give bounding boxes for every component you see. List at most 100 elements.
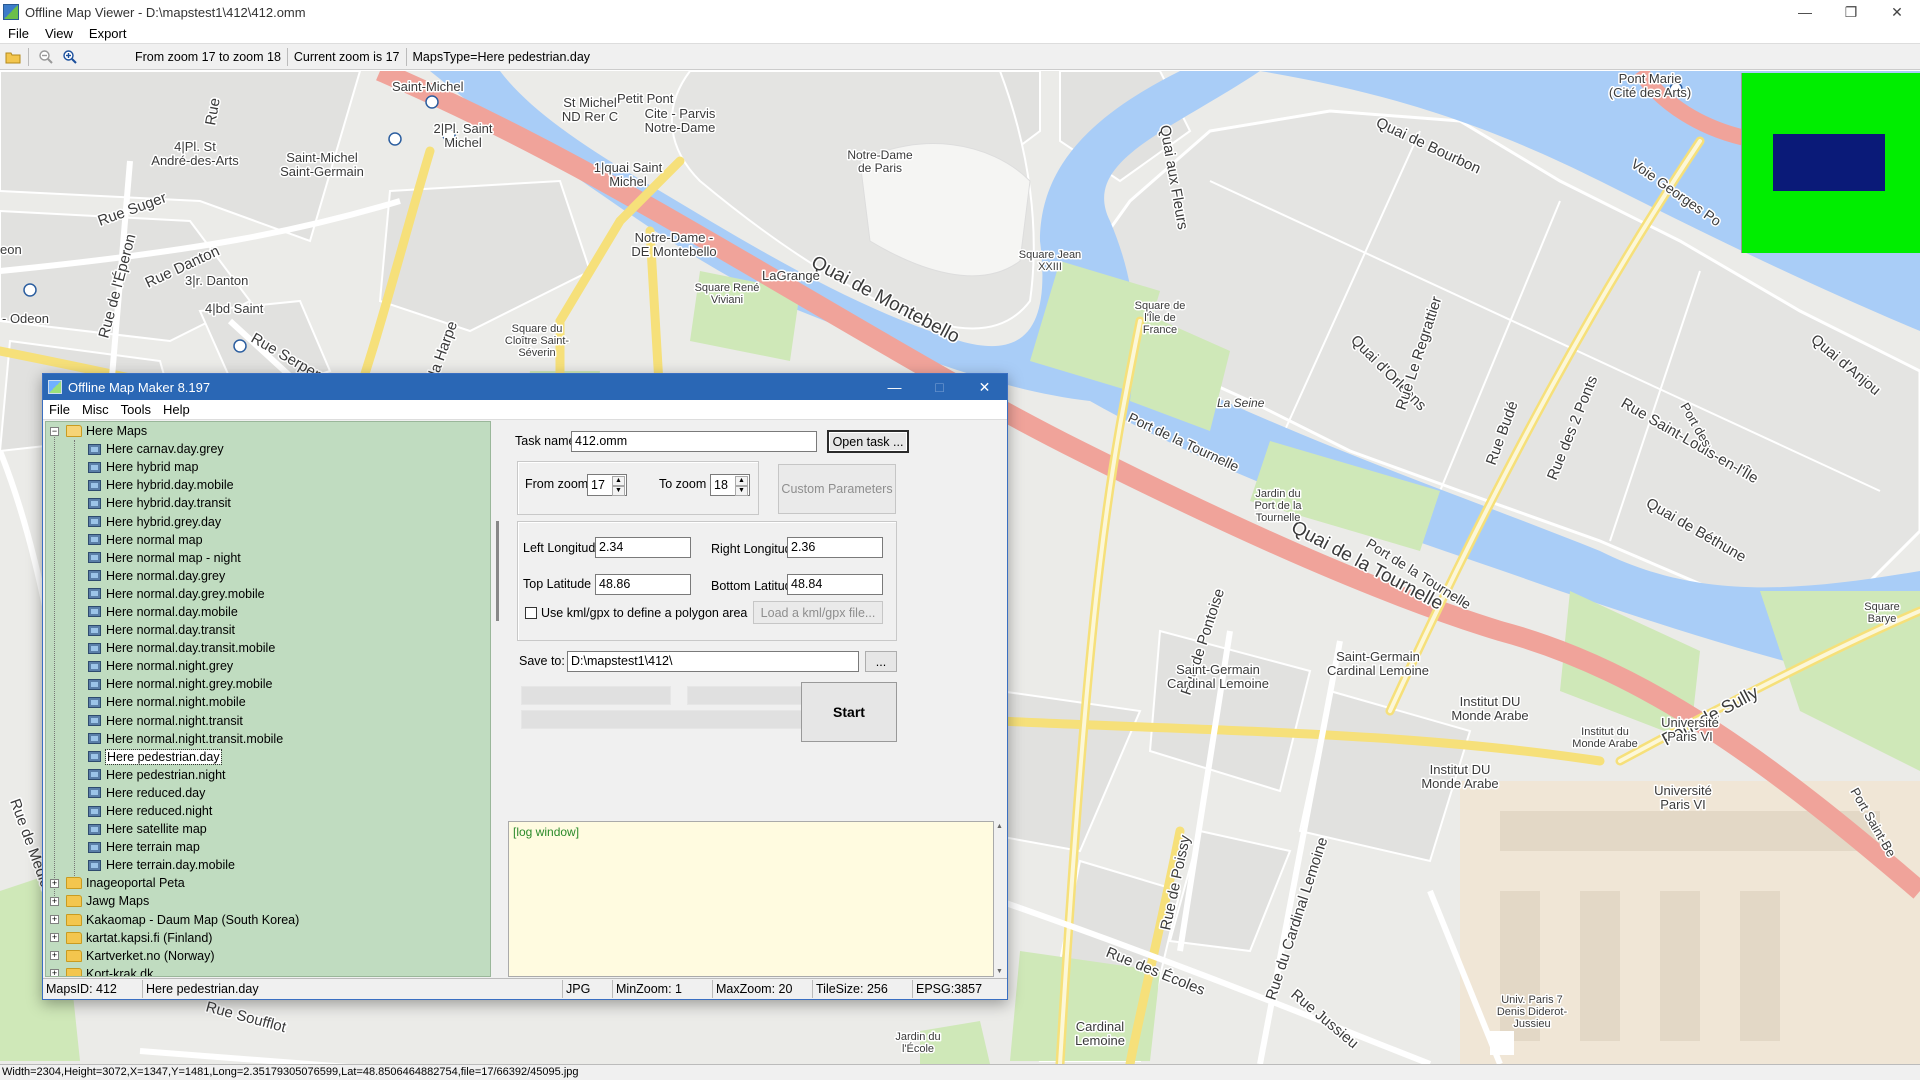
tree-node-label: Here normal.day.grey (106, 568, 226, 583)
tree-node-map-source[interactable]: Here carnav.day.grey (46, 440, 490, 458)
tree-node-map-source[interactable]: Here hybrid map (46, 458, 490, 476)
map-tile-icon (88, 841, 101, 853)
map-tile-icon (88, 823, 101, 835)
bottom-latitude-input[interactable]: 48.84 (787, 574, 883, 595)
tree-node-label: Here normal.day.transit.mobile (106, 641, 276, 656)
log-window[interactable]: [log window] (508, 821, 994, 977)
expand-icon[interactable]: + (50, 951, 59, 961)
tree-node-here-maps[interactable]: − Here Maps (46, 422, 490, 440)
collapse-icon[interactable]: − (50, 426, 59, 436)
tree-node-map-source[interactable]: Here pedestrian.day (46, 748, 490, 766)
expand-icon[interactable]: + (50, 896, 59, 906)
tree-node-map-source[interactable]: Here normal.day.mobile (46, 603, 490, 621)
tree-node-provider[interactable]: + Kakaomap - Daum Map (South Korea) (46, 911, 490, 929)
minimap-viewport[interactable] (1773, 134, 1885, 191)
dialog-app-icon (48, 380, 62, 394)
map-tile-icon (88, 479, 101, 491)
tree-node-map-source[interactable]: Here satellite map (46, 820, 490, 838)
expand-icon[interactable]: + (50, 969, 59, 976)
task-name-input[interactable]: 412.omm (571, 431, 817, 452)
map-tile-icon (88, 588, 101, 600)
tree-node-map-source[interactable]: Here normal.night.transit.mobile (46, 730, 490, 748)
tree-node-map-source[interactable]: Here normal.night.grey.mobile (46, 675, 490, 693)
dialog-menu-file[interactable]: File (43, 402, 76, 417)
menu-file[interactable]: File (0, 26, 37, 41)
tree-node-map-source[interactable]: Here normal.day.grey (46, 567, 490, 585)
tree-node-map-source[interactable]: Here normal.night.grey (46, 657, 490, 675)
offline-map-maker-dialog: Offline Map Maker 8.197 — □ ✕ File Misc … (42, 373, 1008, 1000)
tree-node-map-source[interactable]: Here normal map - night (46, 549, 490, 567)
dialog-close-icon[interactable]: ✕ (962, 374, 1007, 400)
to-zoom-spinner[interactable]: 18 ▲ ▼ (710, 474, 750, 496)
tree-node-map-source[interactable]: Here normal.night.mobile (46, 693, 490, 711)
tree-node-provider[interactable]: + Inageoportal Peta (46, 874, 490, 892)
tree-node-map-source[interactable]: Here hybrid.day.mobile (46, 476, 490, 494)
menu-export[interactable]: Export (81, 26, 135, 41)
log-scrollbar[interactable]: ▲ ▼ (994, 821, 1006, 977)
tree-node-provider[interactable]: + Kartverket.no (Norway) (46, 947, 490, 965)
tree-node-map-source[interactable]: Here hybrid.grey.day (46, 512, 490, 530)
tree-scroll-thumb[interactable] (496, 521, 499, 621)
map-label-quai-fleurs: Quai aux Fleurs (1156, 124, 1191, 231)
tree-node-provider[interactable]: + kartat.kapsi.fi (Finland) (46, 929, 490, 947)
map-tile-icon (88, 534, 101, 546)
tree-node-label: kartat.kapsi.fi (Finland) (86, 930, 213, 945)
dialog-menu-help[interactable]: Help (157, 402, 196, 417)
restore-icon[interactable]: ❐ (1828, 0, 1874, 24)
close-icon[interactable]: ✕ (1874, 0, 1920, 24)
tree-node-map-source[interactable]: Here normal.day.transit (46, 621, 490, 639)
map-label-quai-anjou: Quai d'Anjou (1807, 331, 1883, 399)
tree-node-map-source[interactable]: Here pedestrian.night (46, 766, 490, 784)
dialog-minimize-icon[interactable]: — (872, 374, 917, 400)
dialog-menu-tools[interactable]: Tools (115, 402, 157, 417)
tree-node-label: Here pedestrian.night (106, 767, 226, 782)
tree-node-map-source[interactable]: Here normal.night.transit (46, 712, 490, 730)
expand-icon[interactable]: + (50, 878, 59, 888)
kml-checkbox-label[interactable]: Use kml/gpx to define a polygon area (541, 606, 747, 620)
map-provider-tree[interactable]: − Here Maps Here carnav.day.grey Here hyb… (45, 421, 491, 977)
map-label-square-jean-xxiii: Square Jean XXIII (1019, 249, 1081, 273)
left-longitude-input[interactable]: 2.34 (595, 537, 691, 558)
save-to-input[interactable]: D:\mapstest1\412\ (567, 651, 859, 672)
map-tile-icon (88, 787, 101, 799)
tree-node-label: Here normal.day.mobile (106, 604, 238, 619)
map-label-univ-paris-vi-1: Université Paris VI (1661, 715, 1719, 744)
zoom-in-icon[interactable] (59, 46, 81, 68)
tree-node-label: Here terrain map (106, 840, 200, 855)
dialog-menu-misc[interactable]: Misc (76, 402, 115, 417)
menu-view[interactable]: View (37, 26, 81, 41)
folder-icon (66, 967, 82, 976)
expand-icon[interactable]: + (50, 933, 59, 943)
tree-node-map-source[interactable]: Here reduced.day (46, 784, 490, 802)
zoom-out-icon[interactable] (35, 46, 57, 68)
tree-node-provider[interactable]: + Jawg Maps (46, 892, 490, 910)
open-folder-icon[interactable] (2, 46, 24, 68)
tree-node-map-source[interactable]: Here reduced.night (46, 802, 490, 820)
browse-button[interactable]: ... (865, 651, 897, 672)
spinner-arrows-icon[interactable]: ▲ ▼ (612, 476, 625, 496)
scroll-down-icon[interactable]: ▼ (996, 968, 1003, 975)
tree-siblings: + Inageoportal Peta + Jawg Maps + Kakaomap - … (46, 874, 490, 976)
top-latitude-input[interactable]: 48.86 (595, 574, 691, 595)
kml-checkbox[interactable] (525, 607, 537, 619)
right-longitude-input[interactable]: 2.36 (787, 537, 883, 558)
tree-node-map-source[interactable]: Here normal map (46, 531, 490, 549)
tree-node-map-source[interactable]: Here terrain map (46, 838, 490, 856)
start-button[interactable]: Start (801, 682, 897, 742)
map-label-lagrange: LaGrange (762, 268, 820, 283)
log-text: [log window] (513, 825, 580, 839)
minimize-icon[interactable]: — (1782, 0, 1828, 24)
minimap-overview[interactable] (1741, 73, 1920, 253)
tree-node-map-source[interactable]: Here hybrid.day.transit (46, 494, 490, 512)
spinner-arrows-icon[interactable]: ▲ ▼ (735, 476, 748, 496)
tree-node-label: Here hybrid.day.transit (106, 496, 231, 511)
open-task-button[interactable]: Open task ... (827, 430, 909, 453)
tree-scrollbar[interactable] (492, 421, 504, 977)
from-zoom-spinner[interactable]: 17 ▲ ▼ (587, 474, 627, 496)
tree-node-map-source[interactable]: Here terrain.day.mobile (46, 856, 490, 874)
scroll-up-icon[interactable]: ▲ (996, 823, 1003, 830)
tree-node-provider[interactable]: + Kort-krak.dk (46, 965, 490, 976)
expand-icon[interactable]: + (50, 915, 59, 925)
tree-node-map-source[interactable]: Here normal.day.grey.mobile (46, 585, 490, 603)
tree-node-map-source[interactable]: Here normal.day.transit.mobile (46, 639, 490, 657)
